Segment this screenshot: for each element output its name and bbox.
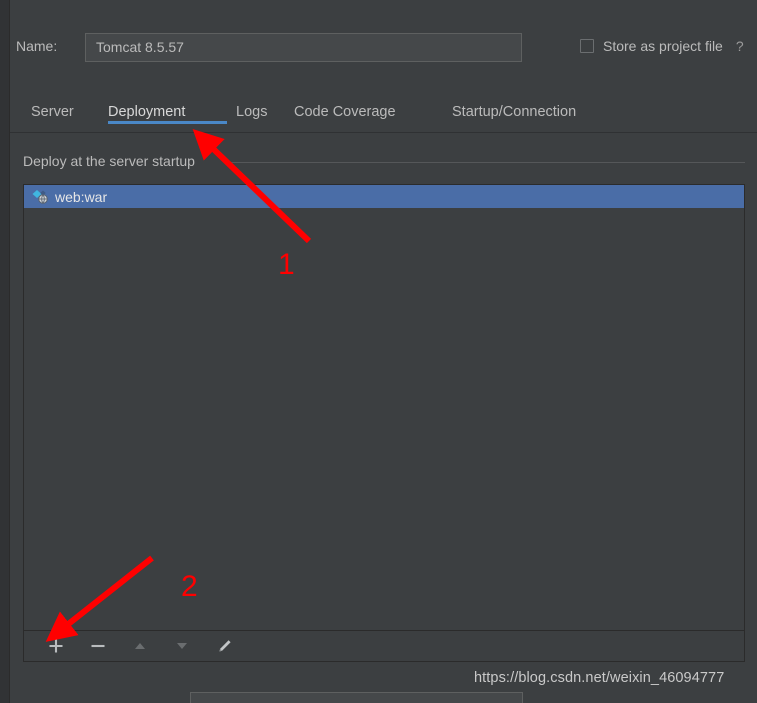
run-debug-configurations-dialog: Name: Tomcat 8.5.57 Store as project fil… [0,0,757,703]
deploy-at-startup-label: Deploy at the server startup [23,153,195,169]
add-button[interactable] [46,636,66,656]
tab-bar-separator [10,132,757,133]
move-up-button [130,636,150,656]
artifact-icon [32,189,48,204]
tab-deployment[interactable]: Deployment [108,100,227,124]
tab-startup-connection[interactable]: Startup/Connection [452,100,605,124]
bottom-partial-input[interactable] [190,692,523,703]
pencil-icon [218,639,231,651]
deployment-panel: Deploy at the server startup web:war [17,140,745,675]
minus-icon [91,644,105,648]
left-gutter [0,0,9,703]
tab-bar: Server Deployment Logs Code Coverage Startup… [10,100,757,133]
move-down-button [172,636,192,656]
help-icon[interactable]: ? [736,38,744,54]
tab-logs[interactable]: Logs [236,100,280,124]
annotation-number-2: 2 [181,570,198,603]
tab-active-underline [108,121,227,124]
remove-button[interactable] [88,636,108,656]
name-input-value: Tomcat 8.5.57 [96,39,184,55]
group-separator [229,162,745,163]
tab-label: Startup/Connection [452,104,577,120]
arrow-down-icon [177,643,187,649]
name-input[interactable]: Tomcat 8.5.57 [85,33,522,62]
tab-server[interactable]: Server [31,100,97,124]
artifact-icon-wrap [31,189,49,205]
deployment-artifacts-list[interactable]: web:war [23,184,745,631]
tab-code-coverage[interactable]: Code Coverage [294,100,442,124]
deployment-list-toolbar [23,631,745,662]
watermark-url: https://blog.csdn.net/weixin_46094777 [474,670,725,686]
store-as-project-file-row[interactable]: Store as project file ? [580,38,744,54]
edit-button[interactable] [214,636,234,656]
store-as-project-file-checkbox[interactable] [580,39,594,53]
name-label: Name: [16,38,58,54]
arrow-up-icon [135,643,145,649]
tab-label: Server [31,104,74,120]
list-item-label: web:war [55,188,108,205]
store-as-project-file-label: Store as project file [603,38,723,54]
list-item[interactable]: web:war [24,185,744,208]
plus-icon [49,639,63,653]
tab-label: Deployment [108,104,186,120]
annotation-number-1: 1 [278,248,295,281]
tab-label: Code Coverage [294,104,396,120]
tab-label: Logs [236,104,268,120]
